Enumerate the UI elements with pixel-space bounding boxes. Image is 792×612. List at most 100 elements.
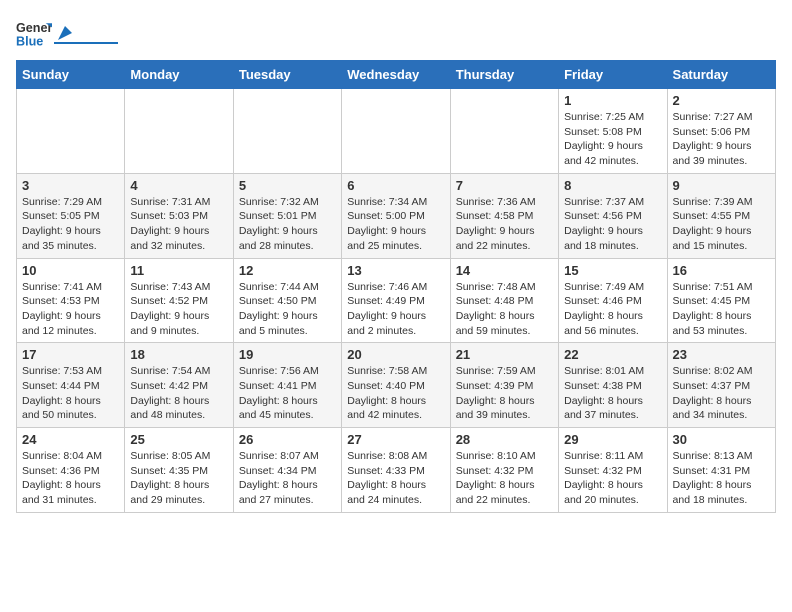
day-info: Sunrise: 7:48 AM Sunset: 4:48 PM Dayligh… (456, 280, 553, 339)
day-number: 8 (564, 178, 661, 193)
logo: General Blue (16, 16, 118, 52)
day-info: Sunrise: 7:59 AM Sunset: 4:39 PM Dayligh… (456, 364, 553, 423)
logo-triangle-icon (56, 24, 74, 42)
calendar-cell: 20Sunrise: 7:58 AM Sunset: 4:40 PM Dayli… (342, 343, 450, 428)
calendar-cell: 29Sunrise: 8:11 AM Sunset: 4:32 PM Dayli… (559, 428, 667, 513)
weekday-header-wednesday: Wednesday (342, 61, 450, 89)
calendar-cell: 17 Sunrise: 7:53 AM Sunset: 4:44 PM Dayli… (17, 343, 125, 428)
day-info: Sunrise: 7:41 AM Sunset: 4:53 PM Dayligh… (22, 280, 119, 339)
day-info: Sunrise: 8:08 AM Sunset: 4:33 PM Dayligh… (347, 449, 444, 508)
calendar-cell: 21 Sunrise: 7:59 AM Sunset: 4:39 PM Dayli… (450, 343, 558, 428)
day-info: Sunrise: 7:43 AM Sunset: 4:52 PM Dayligh… (130, 280, 227, 339)
day-info: Sunrise: 8:07 AM Sunset: 4:34 PM Dayligh… (239, 449, 336, 508)
calendar-cell (17, 89, 125, 174)
day-number: 1 (564, 93, 661, 108)
calendar-cell: 11Sunrise: 7:43 AM Sunset: 4:52 PM Dayli… (125, 258, 233, 343)
day-info: Sunrise: 7:27 AM Sunset: 5:06 PM Dayligh… (673, 110, 770, 169)
day-info: Sunrise: 7:46 AM Sunset: 4:49 PM Dayligh… (347, 280, 444, 339)
calendar-cell: 25 Sunrise: 8:05 AM Sunset: 4:35 PM Dayli… (125, 428, 233, 513)
day-info: Sunrise: 7:39 AM Sunset: 4:55 PM Dayligh… (673, 195, 770, 254)
day-info: Sunrise: 7:53 AM Sunset: 4:44 PM Dayligh… (22, 364, 119, 423)
calendar-cell: 22 Sunrise: 8:01 AM Sunset: 4:38 PM Dayli… (559, 343, 667, 428)
calendar-cell: 5 Sunrise: 7:32 AM Sunset: 5:01 PM Daylig… (233, 173, 341, 258)
day-info: Sunrise: 8:05 AM Sunset: 4:35 PM Dayligh… (130, 449, 227, 508)
calendar-cell: 18 Sunrise: 7:54 AM Sunset: 4:42 PM Dayli… (125, 343, 233, 428)
day-number: 19 (239, 347, 336, 362)
day-number: 4 (130, 178, 227, 193)
day-info: Sunrise: 8:04 AM Sunset: 4:36 PM Dayligh… (22, 449, 119, 508)
day-info: Sunrise: 7:44 AM Sunset: 4:50 PM Dayligh… (239, 280, 336, 339)
day-info: Sunrise: 7:58 AM Sunset: 4:40 PM Dayligh… (347, 364, 444, 423)
day-info: Sunrise: 7:32 AM Sunset: 5:01 PM Dayligh… (239, 195, 336, 254)
calendar-cell: 30 Sunrise: 8:13 AM Sunset: 4:31 PM Dayli… (667, 428, 775, 513)
calendar-cell: 7Sunrise: 7:36 AM Sunset: 4:58 PM Daylig… (450, 173, 558, 258)
calendar-cell: 2 Sunrise: 7:27 AM Sunset: 5:06 PM Daylig… (667, 89, 775, 174)
day-info: Sunrise: 7:54 AM Sunset: 4:42 PM Dayligh… (130, 364, 227, 423)
day-number: 5 (239, 178, 336, 193)
day-info: Sunrise: 8:01 AM Sunset: 4:38 PM Dayligh… (564, 364, 661, 423)
calendar-cell: 6 Sunrise: 7:34 AM Sunset: 5:00 PM Daylig… (342, 173, 450, 258)
calendar-cell: 14 Sunrise: 7:48 AM Sunset: 4:48 PM Dayli… (450, 258, 558, 343)
day-info: Sunrise: 7:56 AM Sunset: 4:41 PM Dayligh… (239, 364, 336, 423)
day-number: 9 (673, 178, 770, 193)
weekday-header-friday: Friday (559, 61, 667, 89)
calendar-cell (125, 89, 233, 174)
calendar-cell: 4 Sunrise: 7:31 AM Sunset: 5:03 PM Daylig… (125, 173, 233, 258)
calendar-cell: 8 Sunrise: 7:37 AM Sunset: 4:56 PM Daylig… (559, 173, 667, 258)
calendar-cell: 13 Sunrise: 7:46 AM Sunset: 4:49 PM Dayli… (342, 258, 450, 343)
day-number: 24 (22, 432, 119, 447)
calendar-cell: 1Sunrise: 7:25 AM Sunset: 5:08 PM Daylig… (559, 89, 667, 174)
calendar-cell: 26 Sunrise: 8:07 AM Sunset: 4:34 PM Dayli… (233, 428, 341, 513)
calendar-week-row: 17 Sunrise: 7:53 AM Sunset: 4:44 PM Dayli… (17, 343, 776, 428)
day-number: 3 (22, 178, 119, 193)
page-header: General Blue (16, 16, 776, 52)
weekday-header-tuesday: Tuesday (233, 61, 341, 89)
day-number: 22 (564, 347, 661, 362)
calendar-week-row: 1Sunrise: 7:25 AM Sunset: 5:08 PM Daylig… (17, 89, 776, 174)
day-number: 21 (456, 347, 553, 362)
day-info: Sunrise: 7:31 AM Sunset: 5:03 PM Dayligh… (130, 195, 227, 254)
calendar-header-row: SundayMondayTuesdayWednesdayThursdayFrid… (17, 61, 776, 89)
day-number: 17 (22, 347, 119, 362)
day-number: 26 (239, 432, 336, 447)
day-number: 23 (673, 347, 770, 362)
day-info: Sunrise: 7:37 AM Sunset: 4:56 PM Dayligh… (564, 195, 661, 254)
day-number: 2 (673, 93, 770, 108)
day-number: 30 (673, 432, 770, 447)
weekday-header-saturday: Saturday (667, 61, 775, 89)
day-number: 27 (347, 432, 444, 447)
calendar-cell: 12 Sunrise: 7:44 AM Sunset: 4:50 PM Dayli… (233, 258, 341, 343)
day-number: 12 (239, 263, 336, 278)
calendar-cell (233, 89, 341, 174)
day-info: Sunrise: 8:10 AM Sunset: 4:32 PM Dayligh… (456, 449, 553, 508)
day-info: Sunrise: 8:02 AM Sunset: 4:37 PM Dayligh… (673, 364, 770, 423)
day-number: 28 (456, 432, 553, 447)
day-number: 6 (347, 178, 444, 193)
calendar-week-row: 24 Sunrise: 8:04 AM Sunset: 4:36 PM Dayli… (17, 428, 776, 513)
day-info: Sunrise: 7:49 AM Sunset: 4:46 PM Dayligh… (564, 280, 661, 339)
day-info: Sunrise: 7:36 AM Sunset: 4:58 PM Dayligh… (456, 195, 553, 254)
day-number: 13 (347, 263, 444, 278)
day-info: Sunrise: 7:34 AM Sunset: 5:00 PM Dayligh… (347, 195, 444, 254)
day-info: Sunrise: 8:13 AM Sunset: 4:31 PM Dayligh… (673, 449, 770, 508)
calendar-cell: 27 Sunrise: 8:08 AM Sunset: 4:33 PM Dayli… (342, 428, 450, 513)
calendar-cell: 9 Sunrise: 7:39 AM Sunset: 4:55 PM Daylig… (667, 173, 775, 258)
calendar-week-row: 10Sunrise: 7:41 AM Sunset: 4:53 PM Dayli… (17, 258, 776, 343)
calendar-table: SundayMondayTuesdayWednesdayThursdayFrid… (16, 60, 776, 513)
logo-icon: General Blue (16, 16, 52, 52)
calendar-cell: 24 Sunrise: 8:04 AM Sunset: 4:36 PM Dayli… (17, 428, 125, 513)
day-number: 25 (130, 432, 227, 447)
calendar-week-row: 3 Sunrise: 7:29 AM Sunset: 5:05 PM Daylig… (17, 173, 776, 258)
day-number: 18 (130, 347, 227, 362)
svg-text:Blue: Blue (16, 35, 43, 49)
calendar-cell: 19 Sunrise: 7:56 AM Sunset: 4:41 PM Dayli… (233, 343, 341, 428)
day-number: 16 (673, 263, 770, 278)
day-number: 15 (564, 263, 661, 278)
weekday-header-thursday: Thursday (450, 61, 558, 89)
calendar-cell: 16Sunrise: 7:51 AM Sunset: 4:45 PM Dayli… (667, 258, 775, 343)
weekday-header-sunday: Sunday (17, 61, 125, 89)
calendar-cell (450, 89, 558, 174)
day-number: 14 (456, 263, 553, 278)
calendar-cell: 23 Sunrise: 8:02 AM Sunset: 4:37 PM Dayli… (667, 343, 775, 428)
day-info: Sunrise: 7:29 AM Sunset: 5:05 PM Dayligh… (22, 195, 119, 254)
